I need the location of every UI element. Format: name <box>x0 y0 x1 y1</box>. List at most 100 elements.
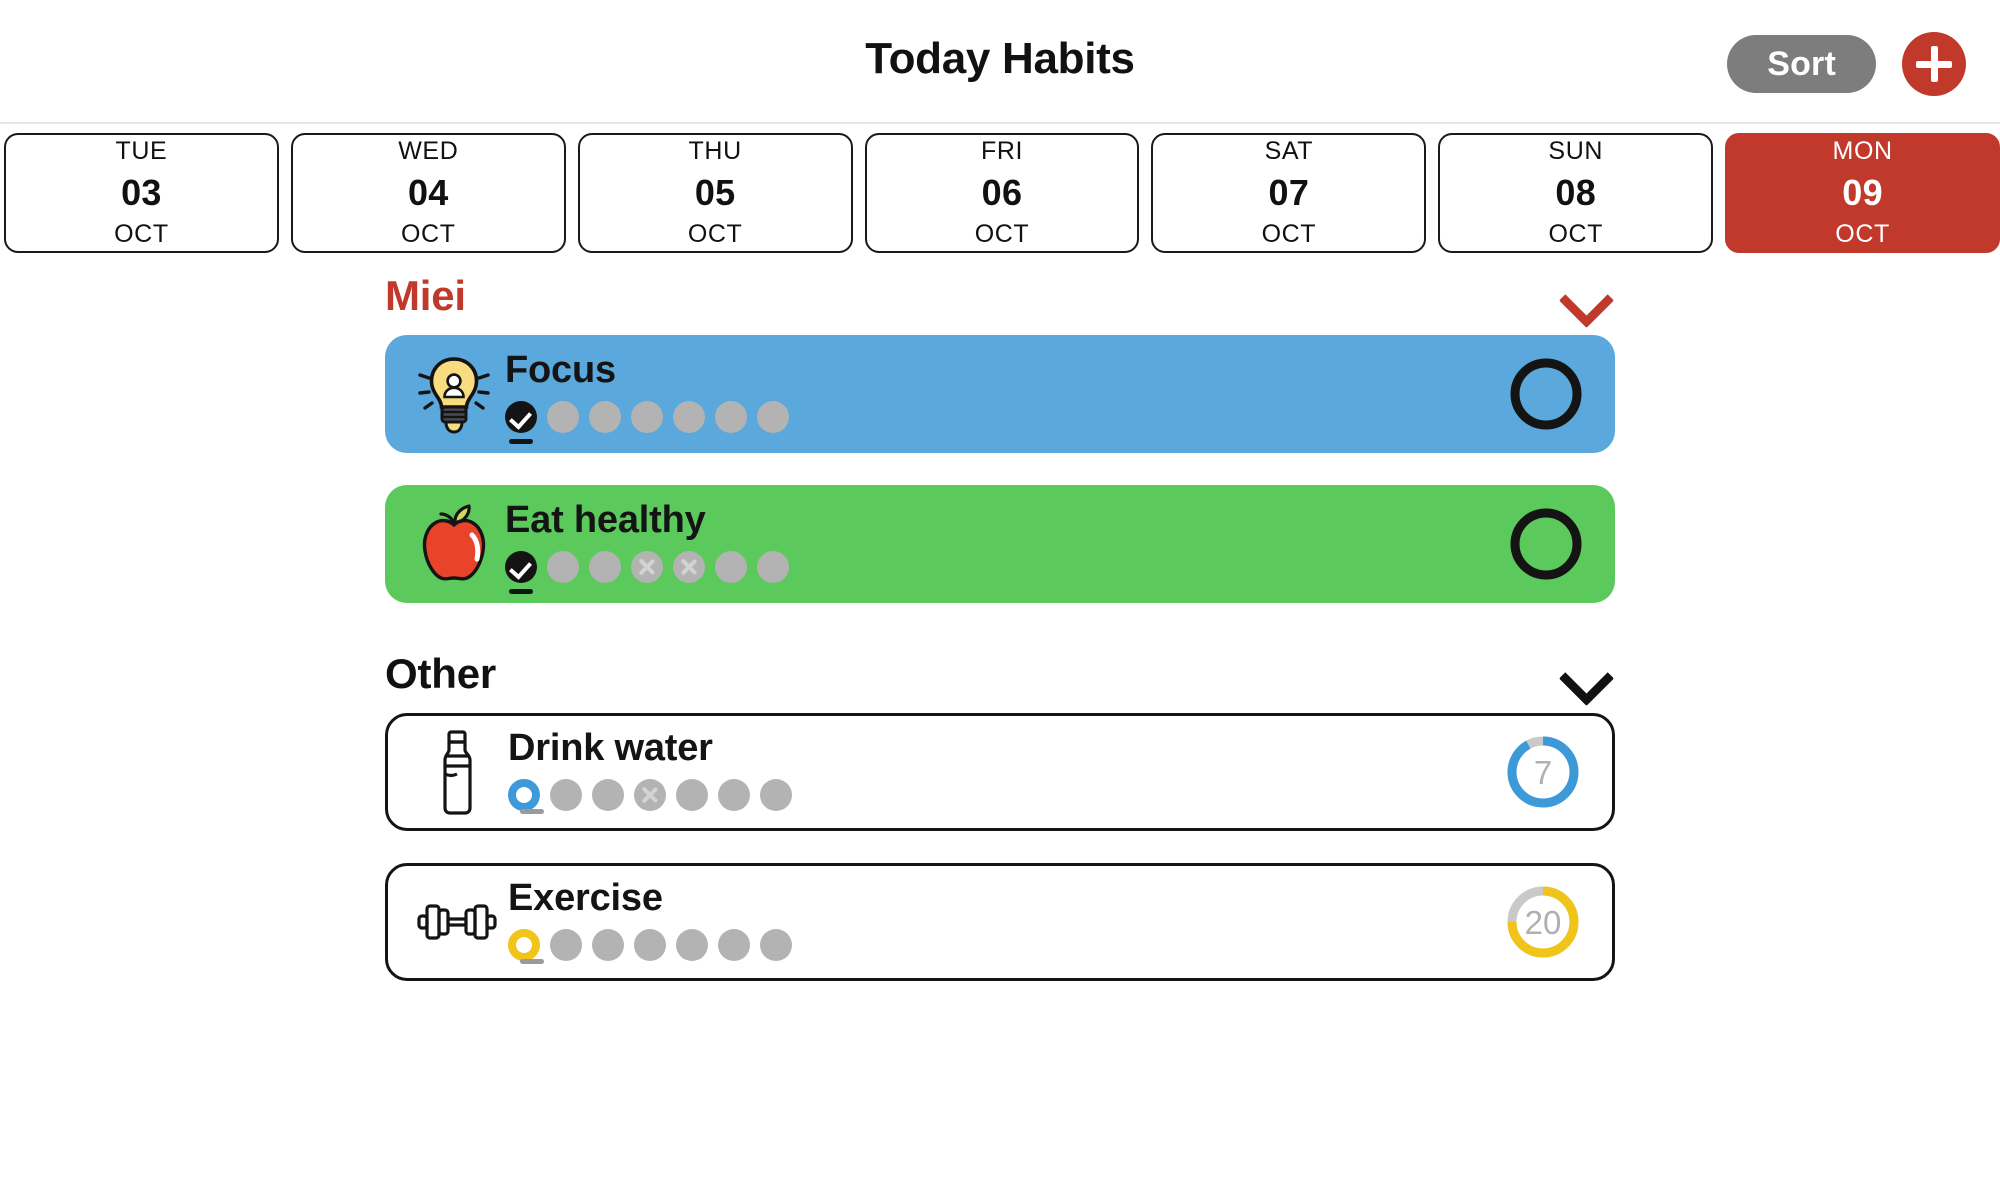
dumbbell-icon <box>414 876 500 968</box>
date-weekday: THU <box>688 137 742 165</box>
today-indicator <box>520 958 544 964</box>
habit-dot-skip[interactable] <box>631 550 663 583</box>
date-weekday: SUN <box>1548 137 1604 165</box>
habit-dot-empty[interactable] <box>760 928 792 961</box>
chevron-down-icon[interactable] <box>1559 279 1615 313</box>
apple-icon <box>411 498 497 590</box>
date-card-sun[interactable]: SUN 08 OCT <box>1438 133 1714 253</box>
habit-dot-empty[interactable] <box>718 928 750 961</box>
date-weekday: MON <box>1832 137 1893 165</box>
date-card-wed[interactable]: WED 04 OCT <box>290 133 566 253</box>
date-card-sat[interactable]: SAT 07 OCT <box>1151 133 1427 253</box>
date-day: 09 <box>1842 172 1883 213</box>
date-day: 08 <box>1555 172 1597 213</box>
habit-dot-empty[interactable] <box>547 400 579 433</box>
section-header[interactable]: Miei <box>385 257 1615 335</box>
date-weekday: SAT <box>1264 137 1314 165</box>
habit-dot-empty[interactable] <box>589 400 621 433</box>
habit-dot-empty[interactable] <box>634 928 666 961</box>
section-header[interactable]: Other <box>385 635 1615 713</box>
habit-dot-empty[interactable] <box>631 400 663 433</box>
habit-dot-empty[interactable] <box>673 400 705 433</box>
water-bottle-icon <box>414 726 500 818</box>
habit-card[interactable]: Drink water 7 <box>385 713 1615 831</box>
section-other: Other Drink water 7 Exercise 20 <box>385 635 1615 981</box>
habit-name: Drink water <box>508 727 713 770</box>
habit-dot-ring-blue[interactable] <box>508 778 544 814</box>
date-month: OCT <box>401 220 456 248</box>
habit-body: Exercise <box>508 877 1504 965</box>
streak-value: 7 <box>1533 753 1553 791</box>
date-day: 07 <box>1268 172 1310 213</box>
habit-dot-empty[interactable] <box>550 778 582 811</box>
date-day: 03 <box>121 172 162 213</box>
habit-body: Drink water <box>508 727 1504 815</box>
habit-dot-empty[interactable] <box>718 778 750 811</box>
date-strip: TUE 03 OCT WED 04 OCT THU 05 OCT FRI 06 OCT SAT 07 OCT… <box>0 124 2000 257</box>
habit-dot-empty[interactable] <box>757 550 789 583</box>
date-card-thu[interactable]: THU 05 OCT <box>577 133 853 253</box>
date-month: OCT <box>1548 220 1604 248</box>
section-title: Other <box>385 650 497 697</box>
habit-body: Eat healthy <box>505 499 1507 594</box>
date-card-mon[interactable]: MON 09 OCT <box>1725 133 2000 253</box>
streak-value: 3 <box>1536 525 1556 563</box>
habit-dot-empty[interactable] <box>715 550 747 583</box>
streak-value: 4 <box>1536 375 1556 413</box>
habit-dot-empty[interactable] <box>760 778 792 811</box>
habit-name: Exercise <box>508 877 663 920</box>
add-habit-button[interactable] <box>1902 32 1966 96</box>
today-indicator <box>509 438 533 444</box>
habit-dot-empty[interactable] <box>757 400 789 433</box>
habit-dot-skip[interactable] <box>634 778 666 811</box>
section-miei: Miei Focus 4 Eat healthy 3 <box>385 257 1615 603</box>
habit-dot-empty[interactable] <box>547 550 579 583</box>
streak-badge[interactable]: 20 <box>1504 883 1582 961</box>
streak-badge[interactable]: 7 <box>1504 733 1582 811</box>
streak-badge[interactable]: 3 <box>1507 505 1585 583</box>
habit-name: Focus <box>505 349 616 392</box>
habit-dot-empty[interactable] <box>592 928 624 961</box>
lightbulb-icon <box>411 348 497 440</box>
date-weekday: FRI <box>980 137 1024 165</box>
chevron-down-icon[interactable] <box>1559 657 1615 691</box>
date-month: OCT <box>687 220 743 248</box>
habit-dot-empty[interactable] <box>592 778 624 811</box>
sort-button[interactable]: Sort <box>1727 35 1876 93</box>
habit-progress-dots <box>508 775 1504 815</box>
date-day: 04 <box>407 172 449 213</box>
habit-dot-done[interactable] <box>505 400 537 444</box>
date-day: 06 <box>981 172 1023 213</box>
date-month: OCT <box>1261 220 1317 248</box>
habit-dot-empty[interactable] <box>676 778 708 811</box>
page-title: Today Habits <box>865 34 1135 83</box>
habit-progress-dots <box>508 925 1504 965</box>
habit-card[interactable]: Eat healthy 3 <box>385 485 1615 603</box>
habit-dot-empty[interactable] <box>676 928 708 961</box>
date-day: 05 <box>694 172 736 213</box>
habit-dot-ring-yellow[interactable] <box>508 928 544 964</box>
streak-badge[interactable]: 4 <box>1507 355 1585 433</box>
plus-icon-vertical <box>1930 46 1938 82</box>
habit-progress-dots <box>505 397 1507 444</box>
habit-name: Eat healthy <box>505 499 706 542</box>
habit-dot-done[interactable] <box>505 550 537 594</box>
habit-card[interactable]: Focus 4 <box>385 335 1615 453</box>
habit-dot-empty[interactable] <box>715 400 747 433</box>
app-header: Today Habits Sort <box>0 0 2000 124</box>
habit-dot-skip[interactable] <box>673 550 705 583</box>
date-weekday: WED <box>398 137 459 165</box>
habit-dot-empty[interactable] <box>589 550 621 583</box>
today-indicator <box>520 808 544 814</box>
habit-card[interactable]: Exercise 20 <box>385 863 1615 981</box>
today-indicator <box>509 588 533 594</box>
date-card-fri[interactable]: FRI 06 OCT <box>864 133 1140 253</box>
date-month: OCT <box>974 220 1030 248</box>
date-card-tue[interactable]: TUE 03 OCT <box>4 133 279 253</box>
habit-progress-dots <box>505 547 1507 594</box>
habit-body: Focus <box>505 349 1507 444</box>
date-weekday: TUE <box>115 137 168 165</box>
habit-dot-empty[interactable] <box>550 928 582 961</box>
date-month: OCT <box>114 220 169 248</box>
section-title: Miei <box>385 272 466 319</box>
